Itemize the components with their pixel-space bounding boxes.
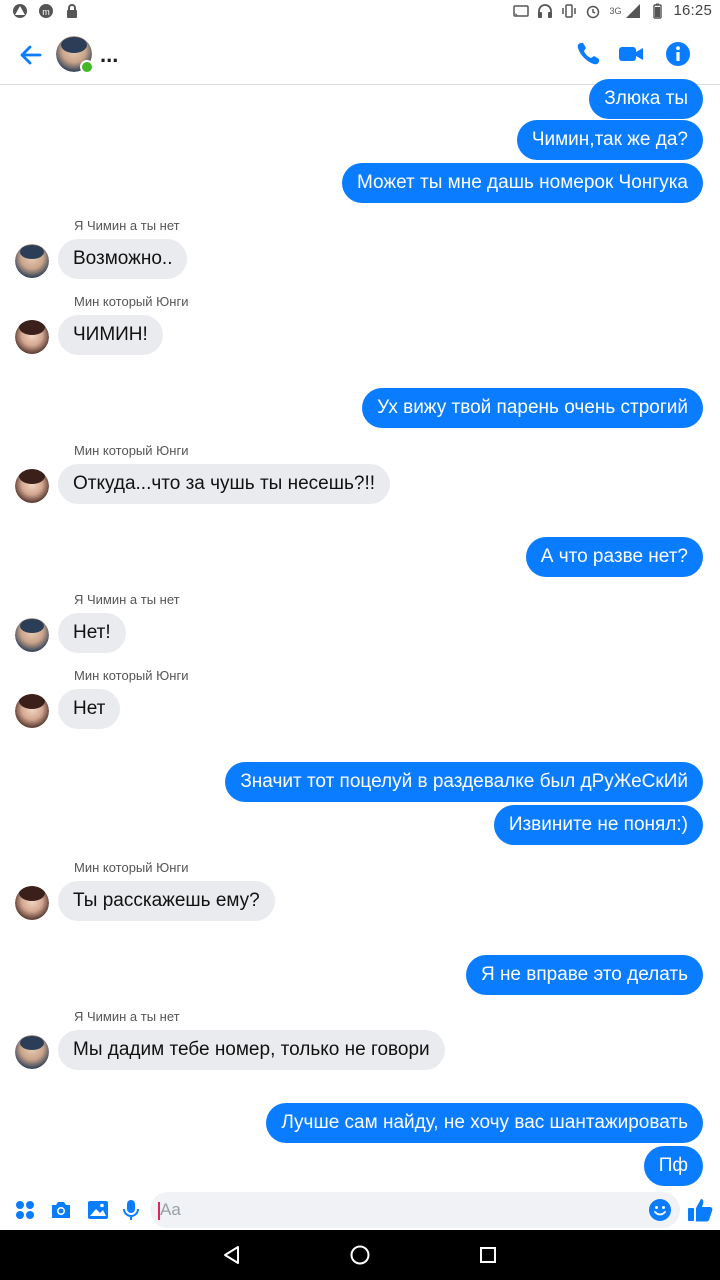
sender-avatar[interactable] <box>15 618 49 652</box>
incoming-message[interactable]: Нет! <box>58 613 126 653</box>
emoji-icon[interactable] <box>648 1198 672 1222</box>
sender-avatar[interactable] <box>15 469 49 503</box>
conversation-header: ... <box>0 24 720 85</box>
composer-bar: Aa <box>0 1190 720 1230</box>
outgoing-message[interactable]: Значит тот поцелуй в раздевалке был дРуЖ… <box>225 762 703 802</box>
outgoing-message[interactable]: Пф <box>643 1146 703 1186</box>
svg-text:m: m <box>42 7 50 17</box>
outgoing-message[interactable]: А что разве нет? <box>525 537 703 577</box>
info-icon[interactable] <box>664 40 692 68</box>
incoming-message[interactable]: Возможно.. <box>58 239 188 279</box>
signal-icon <box>626 3 641 18</box>
alert-icon <box>13 4 27 18</box>
back-icon[interactable] <box>220 1243 244 1267</box>
thumbs-up-icon[interactable] <box>686 1196 714 1224</box>
gallery-icon[interactable] <box>86 1198 110 1222</box>
outgoing-message[interactable]: Ух вижу твой парень очень строгий <box>362 388 703 428</box>
sender-name: Мин который Юнги <box>74 294 189 309</box>
outgoing-message[interactable]: Я не вправе это делать <box>465 955 703 995</box>
incoming-message[interactable]: ЧИМИН! <box>58 315 163 355</box>
sender-name: Мин который Юнги <box>74 443 189 458</box>
outgoing-message[interactable]: Чимин,так же да? <box>516 120 703 160</box>
vibrate-icon <box>562 3 577 18</box>
outgoing-message[interactable]: Извините не понял:) <box>493 805 703 845</box>
lock-icon <box>67 4 77 18</box>
message-input-placeholder: Aa <box>160 1200 181 1219</box>
outgoing-message[interactable]: Лучше сам найду, не хочу вас шантажирова… <box>266 1103 703 1143</box>
online-status-dot <box>80 60 94 74</box>
phone-icon[interactable] <box>574 40 602 68</box>
clock: 16:25 <box>673 2 712 19</box>
battery-icon <box>653 3 663 19</box>
incoming-message[interactable]: Ты расскажешь ему? <box>58 881 275 921</box>
incoming-message[interactable]: Нет <box>58 689 121 729</box>
messenger-icon: m <box>39 4 53 18</box>
sender-avatar[interactable] <box>15 694 49 728</box>
back-arrow-icon[interactable] <box>16 40 46 70</box>
sender-avatar[interactable] <box>15 1035 49 1069</box>
headset-icon <box>538 3 553 18</box>
sender-name: Я Чимин а ты нет <box>74 1009 180 1024</box>
sender-avatar[interactable] <box>15 244 49 278</box>
sender-name: Я Чимин а ты нет <box>74 218 180 233</box>
message-input[interactable]: Aa <box>150 1192 680 1228</box>
sender-name: Мин который Юнги <box>74 668 189 683</box>
contact-avatar[interactable] <box>56 36 94 74</box>
video-icon[interactable] <box>617 40 645 68</box>
sender-name: Я Чимин а ты нет <box>74 592 180 607</box>
outgoing-message[interactable]: Злюка ты <box>589 79 703 119</box>
home-icon[interactable] <box>348 1243 372 1267</box>
camera-icon[interactable] <box>49 1198 73 1222</box>
incoming-message[interactable]: Мы дадим тебе номер, только не говори <box>58 1030 445 1070</box>
cast-icon <box>513 4 530 17</box>
contact-name[interactable]: ... <box>100 42 118 68</box>
incoming-message[interactable]: Откуда...что за чушь ты несешь?!! <box>58 464 391 504</box>
recents-icon[interactable] <box>476 1243 500 1267</box>
sender-avatar[interactable] <box>15 886 49 920</box>
network-label: 3G <box>609 5 622 16</box>
message-list[interactable]: Злюка ты Чимин,так же да? Может ты мне д… <box>0 79 720 1190</box>
apps-icon[interactable] <box>13 1198 37 1222</box>
sender-avatar[interactable] <box>15 320 49 354</box>
sender-name: Мин который Юнги <box>74 860 189 875</box>
alarm-icon <box>587 5 600 18</box>
mic-icon[interactable] <box>119 1198 143 1222</box>
system-nav-bar <box>0 1230 720 1280</box>
status-bar: m 3G 16:25 <box>0 0 720 24</box>
outgoing-message[interactable]: Может ты мне дашь номерок Чонгука <box>342 163 703 203</box>
